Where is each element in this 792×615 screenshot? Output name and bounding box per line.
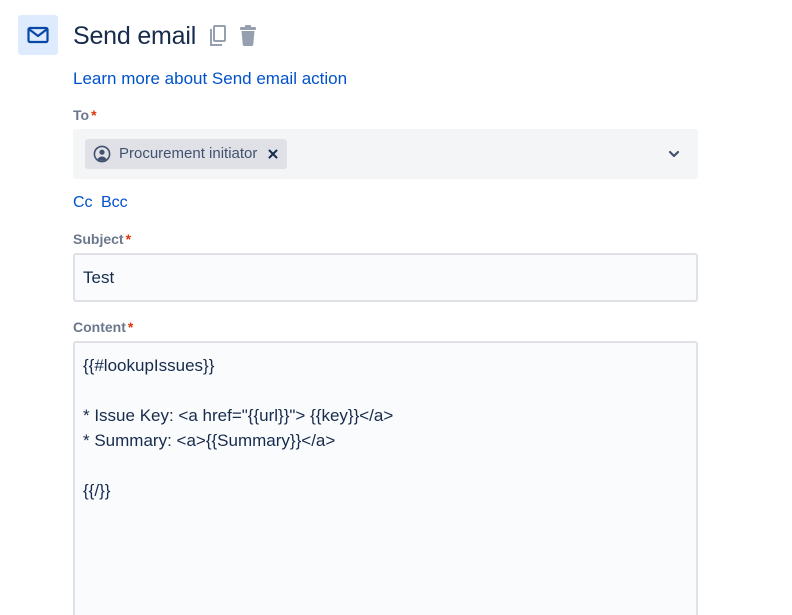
to-recipient-select[interactable]: Procurement initiator [73, 129, 698, 179]
send-email-action-panel: Send email Learn more about Send email a… [0, 0, 792, 615]
cc-link[interactable]: Cc [73, 193, 93, 213]
person-circle-icon [93, 145, 111, 163]
mail-icon-container [18, 15, 58, 55]
content-textarea[interactable]: {{#lookupIssues}} * Issue Key: <a href="… [73, 341, 698, 615]
required-indicator: * [125, 231, 132, 247]
copy-icon [210, 25, 226, 46]
bcc-link[interactable]: Bcc [101, 193, 128, 213]
content-label: Content * [73, 318, 133, 336]
recipient-tag: Procurement initiator [85, 139, 288, 169]
remove-recipient-button[interactable] [267, 148, 279, 160]
to-label-text: To [73, 107, 90, 123]
delete-button[interactable] [237, 23, 259, 49]
required-indicator: * [127, 319, 134, 335]
page-title: Send email [73, 22, 197, 50]
chevron-down-icon[interactable] [666, 146, 682, 162]
learn-more-link[interactable]: Learn more about Send email action [73, 68, 347, 90]
content-label-text: Content [73, 319, 126, 335]
close-icon [268, 149, 278, 159]
required-indicator: * [91, 107, 97, 123]
trash-icon [240, 25, 256, 46]
copy-button[interactable] [207, 23, 229, 49]
to-label: To * [73, 106, 97, 124]
subject-input[interactable] [73, 253, 698, 302]
subject-label-text: Subject [73, 231, 124, 247]
subject-label: Subject * [73, 230, 131, 248]
recipient-tag-label: Procurement initiator [119, 145, 258, 162]
mail-icon [27, 26, 49, 44]
